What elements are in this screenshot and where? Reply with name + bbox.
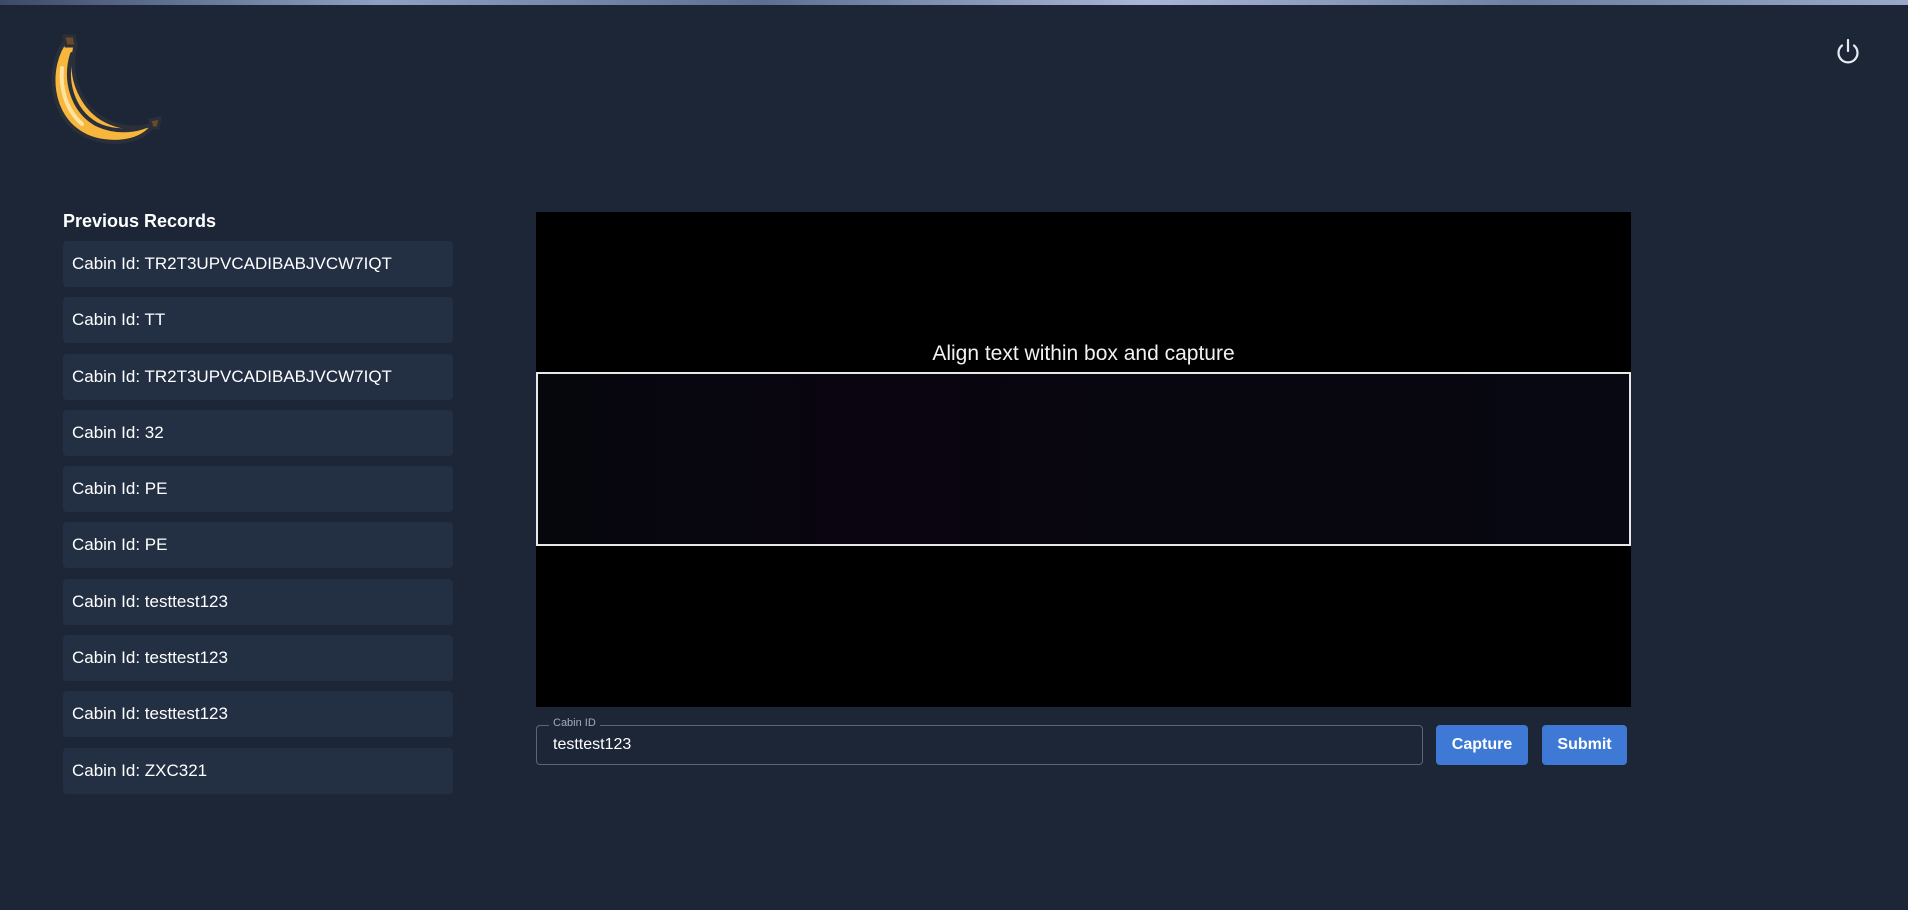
records-list: Cabin Id: TR2T3UPVCADIBABJVCW7IQT Cabin …	[63, 241, 453, 804]
submit-button[interactable]: Submit	[1542, 725, 1627, 765]
record-item[interactable]: Cabin Id: testtest123	[63, 578, 453, 625]
cabin-id-label: Cabin ID	[549, 717, 600, 729]
previous-records-title: Previous Records	[63, 211, 217, 231]
capture-button[interactable]: Capture	[1436, 725, 1528, 765]
banana-logo-icon	[42, 32, 162, 152]
record-item[interactable]: Cabin Id: 32	[63, 409, 453, 456]
record-item[interactable]: Cabin Id: testtest123	[63, 691, 453, 738]
record-item[interactable]: Cabin Id: ZXC321	[63, 747, 453, 794]
capture-guide-box	[536, 372, 1631, 546]
record-item[interactable]: Cabin Id: TT	[63, 297, 453, 344]
cabin-id-field: Cabin ID	[536, 717, 1423, 765]
window-top-strip	[0, 0, 1908, 5]
power-icon	[1837, 38, 1859, 64]
camera-preview: Align text within box and capture	[536, 212, 1631, 707]
record-item[interactable]: Cabin Id: TR2T3UPVCADIBABJVCW7IQT	[63, 241, 453, 287]
record-item[interactable]: Cabin Id: PE	[63, 466, 453, 513]
record-item[interactable]: Cabin Id: PE	[63, 522, 453, 569]
record-item[interactable]: Cabin Id: TR2T3UPVCADIBABJVCW7IQT	[63, 353, 453, 400]
power-button[interactable]	[1832, 36, 1864, 68]
cabin-id-input[interactable]	[537, 726, 1422, 764]
align-hint-text: Align text within box and capture	[932, 342, 1235, 365]
record-item[interactable]: Cabin Id: testtest123	[63, 635, 453, 682]
